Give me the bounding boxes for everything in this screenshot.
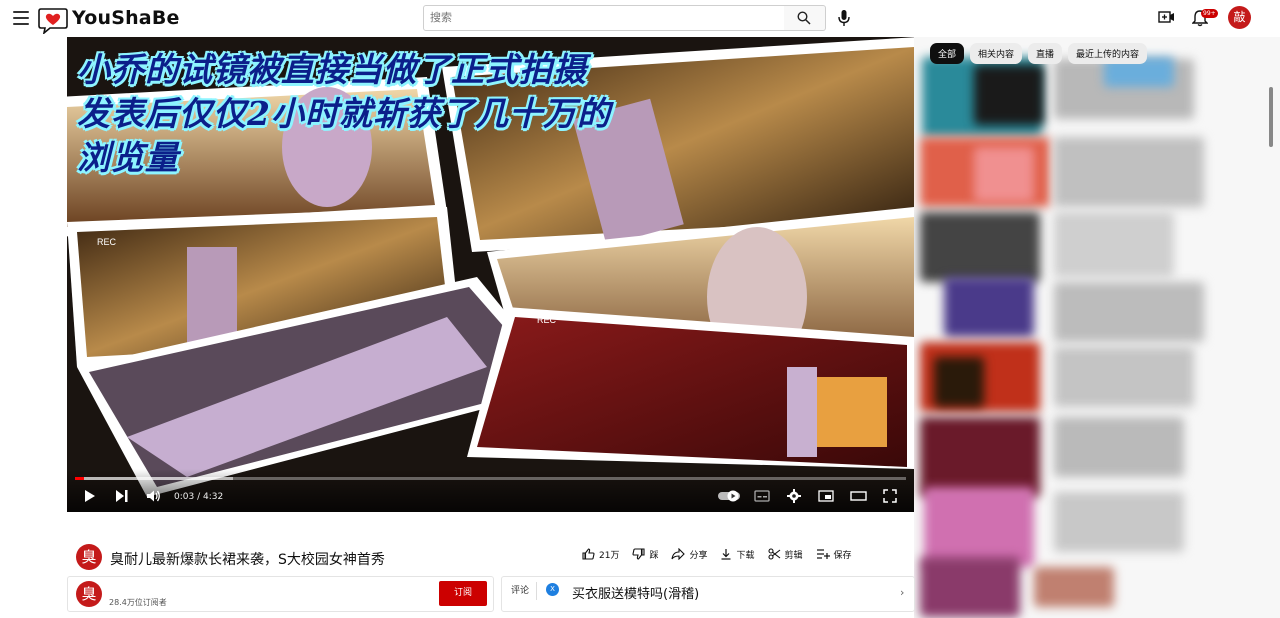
- title-blur: [1054, 492, 1184, 552]
- comments-label: 评论: [511, 586, 530, 596]
- title-blur: [1054, 282, 1204, 342]
- channel-card: 臭 28.4万位订阅者 订阅: [67, 576, 494, 612]
- thumbnail-blur[interactable]: [920, 417, 1040, 497]
- playlist-add-icon: [816, 549, 830, 559]
- thumbs-down-icon: [632, 548, 646, 560]
- time-display: 0:03 / 4:32: [174, 492, 224, 502]
- download-label: 下载: [736, 550, 755, 561]
- channel-avatar[interactable]: 臭: [76, 544, 102, 570]
- scissors-icon: [767, 548, 780, 560]
- search-button[interactable]: [784, 5, 826, 31]
- commenter-avatar: X: [546, 583, 559, 596]
- video-overlay-caption: 小乔的试镜被直接当做了正式拍摄 发表后仅仅2小时就斩获了几十万的 浏览量: [77, 50, 611, 177]
- video-title: 臭耐儿最新爆款长裙来袭，S大校园女神首秀: [110, 552, 385, 568]
- search-box[interactable]: [423, 5, 785, 31]
- progress-bar[interactable]: [75, 477, 906, 480]
- video-player[interactable]: REC REC 小乔的试镜被直接当做了正式拍摄 发表后仅仅2小时就斩获了几十万的…: [67, 37, 914, 512]
- download-icon: [721, 549, 731, 560]
- thumbs-up-icon: [582, 548, 595, 560]
- theater-mode-icon[interactable]: [850, 489, 867, 503]
- recommendations-sidebar: 全部 相关内容 直播 最近上传的内容: [914, 37, 1280, 618]
- search-icon: [797, 11, 811, 25]
- share-label: 分享: [689, 550, 708, 561]
- video-actions: 21万 踩 分享 下载 剪辑 保存: [582, 546, 852, 562]
- autoplay-toggle-icon[interactable]: [717, 489, 741, 503]
- search-input[interactable]: [424, 6, 776, 29]
- title-blur: [1054, 212, 1174, 277]
- thumbnail-blur[interactable]: [974, 65, 1044, 125]
- create-video-icon[interactable]: [1158, 9, 1176, 25]
- volume-icon[interactable]: [146, 489, 161, 503]
- buffered-bar: [75, 477, 233, 480]
- subtitles-icon[interactable]: [754, 489, 770, 503]
- next-icon[interactable]: [115, 489, 129, 503]
- sidebar-scrollbar[interactable]: [1269, 87, 1273, 147]
- fullscreen-icon[interactable]: [883, 489, 897, 503]
- thumbnail-blur[interactable]: [944, 277, 1034, 337]
- rec-label-2: REC: [537, 315, 557, 325]
- thumbnail-blur[interactable]: [974, 147, 1034, 202]
- title-blur: [1054, 417, 1184, 477]
- like-button[interactable]: 21万: [582, 548, 619, 561]
- top-bar: YouShaBe 99+ 敲: [0, 0, 1280, 37]
- thumbnail-blur[interactable]: [934, 357, 984, 407]
- save-label: 保存: [833, 550, 852, 561]
- chip-related[interactable]: 相关内容: [970, 43, 1023, 64]
- filter-chips: 全部 相关内容 直播 最近上传的内容: [930, 43, 1148, 64]
- like-count: 21万: [599, 550, 620, 561]
- thumbnail-blur[interactable]: [924, 487, 1034, 567]
- rec-label-1: REC: [97, 237, 117, 247]
- user-avatar[interactable]: 敲: [1228, 6, 1251, 29]
- chip-live[interactable]: 直播: [1028, 43, 1063, 64]
- logo-text[interactable]: YouShaBe: [72, 7, 180, 29]
- top-comment-text: 买衣服送模特吗(滑稽): [572, 587, 700, 602]
- share-button[interactable]: 分享: [671, 548, 707, 561]
- download-button[interactable]: 下载: [720, 548, 755, 561]
- chevron-right-icon[interactable]: ›: [900, 586, 904, 599]
- thumbnail-blur[interactable]: [920, 212, 1040, 282]
- title-blur: [1054, 137, 1204, 207]
- title-blur: [1054, 347, 1194, 407]
- player-controls: 0:03 / 4:32: [67, 469, 914, 512]
- miniplayer-icon[interactable]: [818, 489, 834, 503]
- logo-icon[interactable]: [38, 6, 68, 34]
- share-icon: [671, 548, 686, 560]
- clip-button[interactable]: 剪辑: [767, 548, 803, 561]
- channel-card-avatar[interactable]: 臭: [76, 581, 102, 607]
- dislike-button[interactable]: 踩: [632, 548, 658, 561]
- clip-label: 剪辑: [784, 550, 803, 561]
- dislike-label: 踩: [649, 550, 659, 561]
- progress-fill: [75, 477, 85, 480]
- save-button[interactable]: 保存: [816, 548, 852, 561]
- settings-gear-icon[interactable]: [787, 489, 801, 503]
- title-blur: [1034, 567, 1114, 607]
- play-icon[interactable]: [84, 489, 96, 503]
- subscriber-count: 28.4万位订阅者: [109, 598, 167, 607]
- notification-count-badge: 99+: [1201, 9, 1218, 18]
- comments-divider: [536, 582, 537, 600]
- chip-all[interactable]: 全部: [930, 43, 965, 64]
- comments-preview[interactable]: 评论 X 买衣服送模特吗(滑稽) ›: [501, 576, 915, 612]
- thumbnail-blur[interactable]: [920, 557, 1020, 617]
- chip-recent-uploads[interactable]: 最近上传的内容: [1068, 43, 1148, 64]
- subscribe-button[interactable]: 订阅: [439, 581, 487, 606]
- hamburger-menu-icon[interactable]: [13, 11, 29, 25]
- microphone-icon[interactable]: [834, 7, 854, 29]
